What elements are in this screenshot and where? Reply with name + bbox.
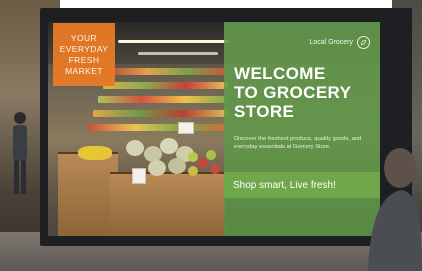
street-scene: YOUR EVERYDAY FRESH MARKET Local Grocery… [0, 0, 422, 271]
banana-pile [78, 146, 112, 160]
headline-line: STORE [234, 102, 295, 121]
produce-shelf [103, 82, 228, 89]
price-tag [132, 168, 146, 184]
price-tag [178, 122, 194, 134]
apple [188, 166, 198, 176]
person-silhouette [368, 148, 422, 271]
badge-line: EVERYDAY [59, 43, 109, 54]
ceiling-light [138, 52, 218, 55]
badge-line: YOUR [70, 32, 98, 43]
badge-line: FRESH [68, 54, 100, 65]
produce-shelf [108, 68, 228, 75]
headline: WELCOME TO GROCERY STORE [234, 64, 379, 121]
slogan-bar: Shop smart, Live fresh! [224, 172, 380, 198]
brand-name: Local Grocery [309, 39, 353, 46]
brand-lockup: Local Grocery [309, 36, 370, 49]
melon [168, 158, 186, 174]
apple [210, 164, 220, 174]
produce-crate [58, 152, 118, 236]
melon [126, 140, 144, 156]
leaf-logo-icon [357, 36, 370, 49]
welcome-panel: Local Grocery WELCOME TO GROCERY STORE D… [224, 22, 380, 236]
produce-shelf [93, 110, 228, 117]
melon [148, 160, 166, 176]
produce-shelf [88, 124, 228, 131]
headline-line: TO GROCERY [234, 83, 352, 102]
headline-line: WELCOME [234, 64, 326, 83]
produce-crate [110, 172, 225, 236]
apple [198, 158, 208, 168]
ceiling-light [118, 40, 228, 43]
slogan: Shop smart, Live fresh! [233, 179, 336, 191]
fresh-market-badge: YOUR EVERYDAY FRESH MARKET [53, 23, 115, 86]
produce-shelf [98, 96, 228, 103]
tagline: Discover the freshest produce, quality g… [234, 136, 362, 150]
badge-line: MARKET [65, 65, 103, 76]
apple [188, 152, 198, 162]
apple [206, 150, 216, 160]
pedestrian-silhouette [13, 112, 27, 194]
